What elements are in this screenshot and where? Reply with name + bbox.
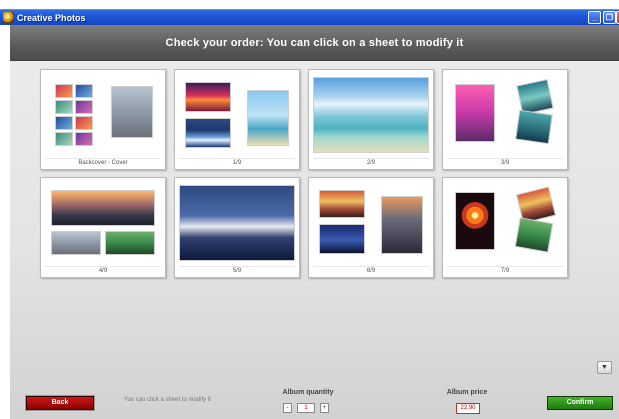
photo [75,116,93,130]
window-title: Creative Photos [17,13,86,23]
photo [111,86,153,138]
album-price-label: Album price [446,389,488,396]
divider [179,158,295,159]
sheet-backcover-cover[interactable]: Backcover - Cover [40,69,166,170]
photo [319,224,365,254]
back-button[interactable]: Back [25,395,95,411]
photo [75,132,93,146]
minimize-icon[interactable]: _ [588,11,601,24]
photo [455,84,495,142]
divider [45,158,161,159]
photo [185,118,231,148]
quantity-plus-button[interactable]: + [320,403,329,413]
photo [381,196,423,254]
photo [455,192,495,250]
photo [51,231,101,255]
photo [75,84,93,98]
photo [55,84,73,98]
sheet-4[interactable]: 4/9 [40,177,166,278]
divider [447,158,563,159]
sheet-label: 1/9 [232,160,242,166]
album-quantity-label: Album quantity [282,389,334,396]
page-title: Check your order: You can click on a she… [165,37,464,49]
photo [247,90,289,146]
sheet-label: 5/9 [232,268,242,274]
sheet-label: 3/9 [500,160,510,166]
scroll-down-icon[interactable]: ▼ [597,361,612,374]
sheet-label: 2/9 [366,160,376,166]
photo [55,100,73,114]
photo [179,185,295,261]
window-title-bar[interactable]: Creative Photos _ ❐ × [0,9,619,25]
sheet-label: 4/9 [98,268,108,274]
quantity-input[interactable]: 1 [297,403,315,413]
divider [447,266,563,267]
divider [45,266,161,267]
sheet-5[interactable]: 5/9 [174,177,300,278]
sheet-7[interactable]: 7/9 [442,177,568,278]
divider [313,158,429,159]
sheet-label: Backcover - Cover [78,160,128,166]
sheet-2[interactable]: 2/9 [308,69,434,170]
confirm-button[interactable]: Confirm [547,396,613,410]
hint-text: You can click a sheet to modify it [124,397,211,403]
sheet-label: 7/9 [500,268,510,274]
sheet-6[interactable]: 6/9 [308,177,434,278]
photo [185,82,231,112]
sheet-3[interactable]: 3/9 [442,69,568,170]
photo [105,231,155,255]
sheet-1[interactable]: 1/9 [174,69,300,170]
divider [313,266,429,267]
app-icon [3,12,14,23]
photo [514,217,554,253]
maximize-icon[interactable]: ❐ [603,11,616,24]
photo [55,116,73,130]
album-price-value: 22,90 [456,403,480,414]
sheet-label: 6/9 [366,268,376,274]
photo [55,132,73,146]
photo [319,190,365,218]
photo [75,100,93,114]
photo [313,77,429,153]
photo [515,109,553,145]
photo [51,190,155,226]
divider [179,266,295,267]
quantity-minus-button[interactable]: - [283,403,292,413]
